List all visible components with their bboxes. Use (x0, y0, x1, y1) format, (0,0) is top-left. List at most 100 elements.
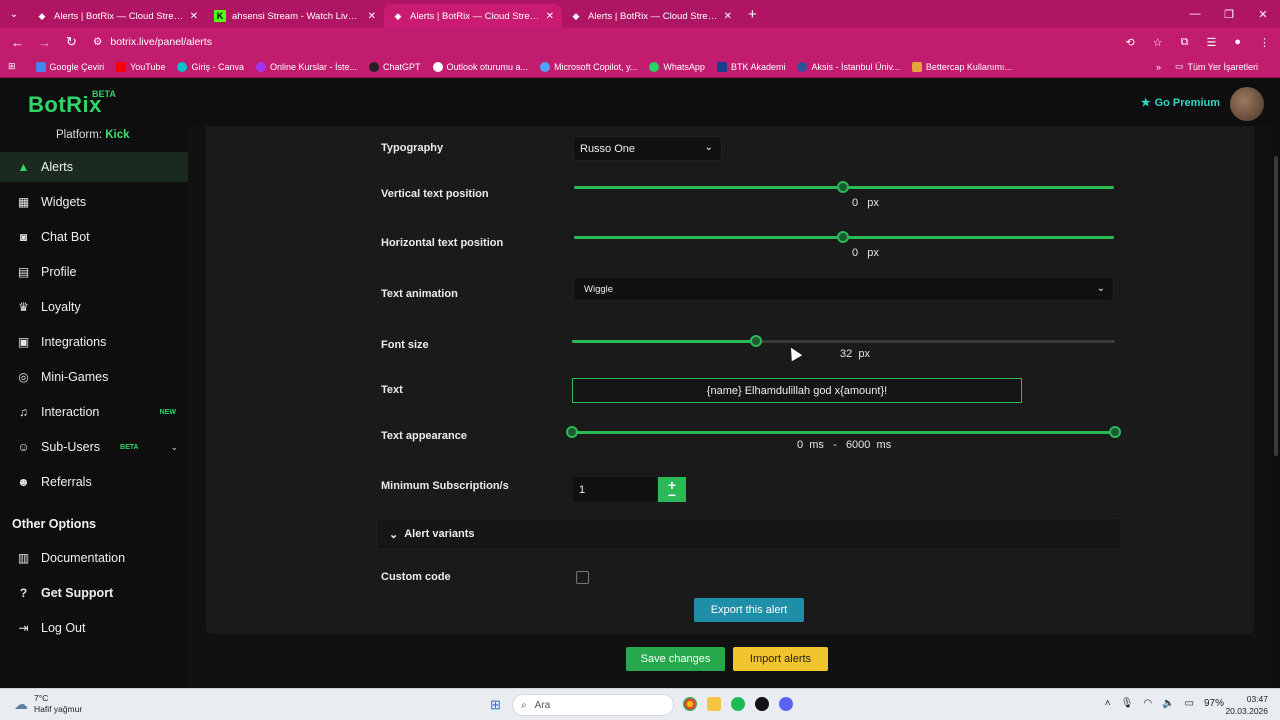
new-tab-plus-icon[interactable]: + (748, 6, 757, 23)
chevron-up-icon[interactable]: ˄ (1105, 698, 1111, 709)
reload-icon[interactable]: ↻ (58, 34, 85, 50)
minus-icon[interactable]: − (668, 488, 676, 502)
media-icon[interactable]: ☰ (1206, 36, 1216, 49)
tab-search-icon[interactable]: ⌄ (0, 0, 28, 28)
extensions-icon[interactable]: ⧉ (1181, 36, 1189, 49)
bookmark-item[interactable]: BTK Akademi (716, 61, 785, 72)
sidebar-item-mini-games[interactable]: ◎ Mini-Games (0, 362, 188, 392)
bookmarks-bar: ⊞ Google Çeviri YouTube Giriş - Canva On… (0, 56, 1280, 78)
all-bookmarks[interactable]: ▭ Tüm Yer İşaretleri (1175, 61, 1258, 72)
text-appearance-range-slider[interactable] (572, 431, 1115, 434)
back-icon[interactable]: ← (4, 35, 31, 50)
min-subscription-stepper[interactable]: + − (658, 477, 686, 502)
tab-title: Alerts | BotRix — Cloud Streami (588, 10, 718, 22)
translate-icon[interactable]: ⟲ (1126, 36, 1135, 49)
menu-icon[interactable]: ⋮ (1259, 36, 1270, 49)
sidebar-item-widgets[interactable]: ▦ Widgets (0, 187, 188, 217)
windows-start-icon[interactable]: ⊞ (490, 697, 501, 713)
sidebar-item-integrations[interactable]: ▣ Integrations (0, 327, 188, 357)
bookmark-item[interactable]: Online Kurslar - İste... (255, 61, 357, 72)
volume-icon[interactable]: 🔈 (1162, 698, 1174, 709)
obs-icon[interactable] (755, 697, 769, 711)
text-appearance-min-thumb[interactable] (566, 426, 578, 438)
user-avatar[interactable] (1230, 87, 1264, 121)
page-scrollbar[interactable] (1272, 126, 1280, 688)
site-settings-icon[interactable]: ⚙ (93, 36, 102, 48)
sidebar-item-profile[interactable]: ▤ Profile (0, 257, 188, 287)
bookmark-item[interactable]: Aksis - İstanbul Üniv... (797, 61, 900, 72)
sidebar-item-interaction[interactable]: ♫ Interaction NEW (0, 397, 188, 427)
battery-icon[interactable]: ▭ (1185, 698, 1194, 709)
sidebar-item-documentation[interactable]: ▥ Documentation (0, 543, 188, 573)
browser-tab[interactable]: ◆ Alerts | BotRix — Cloud Streami ✕ (28, 4, 206, 28)
go-premium-button[interactable]: ★ Go Premium (1141, 96, 1220, 110)
export-alert-button[interactable]: Export this alert (694, 598, 804, 622)
scrollbar-thumb[interactable] (1274, 156, 1278, 456)
referrals-icon: ☻ (17, 475, 30, 489)
wifi-icon[interactable]: ◠ (1143, 698, 1152, 709)
close-tab-icon[interactable]: ✕ (368, 11, 376, 22)
sidebar-item-chat-bot[interactable]: ◙ Chat Bot (0, 222, 188, 252)
restore-icon[interactable]: ❐ (1212, 0, 1246, 28)
bookmark-item[interactable]: Google Çeviri (35, 61, 104, 72)
vertical-position-thumb[interactable] (837, 181, 849, 193)
close-tab-icon[interactable]: ✕ (724, 11, 732, 22)
browser-tab[interactable]: ◆ Alerts | BotRix — Cloud Streami ✕ (562, 4, 740, 28)
text-animation-select[interactable]: Wiggle ⌄ (573, 277, 1114, 301)
vertical-position-value: 0 px (852, 197, 879, 209)
bookmark-item[interactable]: ChatGPT (369, 61, 421, 72)
botrix-logo[interactable]: BotRix (28, 92, 102, 118)
typography-value: Russo One (580, 142, 636, 155)
sidebar-item-get-support[interactable]: ? Get Support (0, 578, 188, 608)
sidebar-item-sub-users[interactable]: ☺ Sub-Users BETA ⌄ (0, 432, 188, 462)
integrations-icon: ▣ (17, 335, 30, 349)
chevron-down-icon[interactable]: ⌄ (170, 442, 178, 453)
sidebar-item-alerts[interactable]: ▲ Alerts (0, 152, 188, 182)
file-explorer-icon[interactable] (707, 697, 721, 711)
bookmark-item[interactable]: WhatsApp (649, 61, 705, 72)
chrome-icon[interactable] (683, 697, 697, 711)
browser-tab[interactable]: K ahsensi Stream - Watch Live on ✕ (206, 4, 384, 28)
bookmark-item[interactable]: Bettercap Kullanımı... (911, 61, 1012, 72)
minimize-icon[interactable]: — (1178, 0, 1212, 28)
min-subscription-input[interactable]: 1 (573, 477, 657, 502)
sidebar-item-label: Integrations (41, 335, 107, 349)
typography-label: Typography (381, 142, 444, 154)
close-tab-icon[interactable]: ✕ (546, 11, 554, 22)
sidebar-item-referrals[interactable]: ☻ Referrals (0, 467, 188, 497)
weather-widget[interactable]: ☁ 7°C Hafif yağmur (14, 693, 82, 715)
spotify-icon[interactable] (731, 697, 745, 711)
tab-title: Alerts | BotRix — Cloud Streami (410, 10, 540, 22)
save-changes-button[interactable]: Save changes (626, 647, 725, 671)
bookmark-item[interactable]: Outlook oturumu a... (432, 61, 528, 72)
bookmark-star-icon[interactable]: ☆ (1153, 36, 1163, 49)
browser-tab-active[interactable]: ◆ Alerts | BotRix — Cloud Streami ✕ (384, 4, 562, 28)
sidebar-item-loyalty[interactable]: ♛ Loyalty (0, 292, 188, 322)
taskbar-search[interactable]: ⌕ Ara (512, 694, 674, 716)
apps-icon[interactable]: ⊞ (8, 61, 16, 72)
url-field[interactable]: ⚙ botrix.live/panel/alerts (93, 36, 212, 48)
bookmark-item[interactable]: YouTube (116, 61, 165, 72)
clock-time: 03:47 (1246, 694, 1268, 704)
beta-badge: BETA (120, 443, 139, 451)
bookmark-item[interactable]: Giriş - Canva (177, 61, 244, 72)
text-appearance-max-thumb[interactable] (1109, 426, 1121, 438)
sidebar-item-log-out[interactable]: ⇥ Log Out (0, 613, 188, 643)
typography-select[interactable]: Russo One ⌄ (573, 136, 722, 161)
profile-avatar-icon[interactable]: ● (1234, 36, 1241, 48)
discord-icon[interactable] (779, 697, 793, 711)
font-size-thumb[interactable] (750, 335, 762, 347)
more-bookmarks-icon[interactable]: » (1156, 62, 1161, 72)
horizontal-position-thumb[interactable] (837, 231, 849, 243)
custom-code-checkbox[interactable] (576, 571, 589, 584)
forward-icon[interactable]: → (31, 35, 58, 50)
microphone-icon[interactable]: 🎙 (1121, 698, 1134, 709)
battery-percent: 97% (1203, 698, 1224, 709)
close-tab-icon[interactable]: ✕ (190, 11, 198, 22)
bookmark-item[interactable]: Microsoft Copilot, y... (540, 61, 637, 72)
close-window-icon[interactable]: ✕ (1246, 0, 1280, 28)
import-alerts-button[interactable]: Import alerts (733, 647, 828, 671)
alert-variants-accordion[interactable]: ⌄ Alert variants (376, 518, 1122, 550)
alert-text-input[interactable]: {name} Elhamdulillah god x{amount}! (572, 378, 1022, 403)
clock[interactable]: 03:47 20.03.2026 (1225, 693, 1268, 717)
